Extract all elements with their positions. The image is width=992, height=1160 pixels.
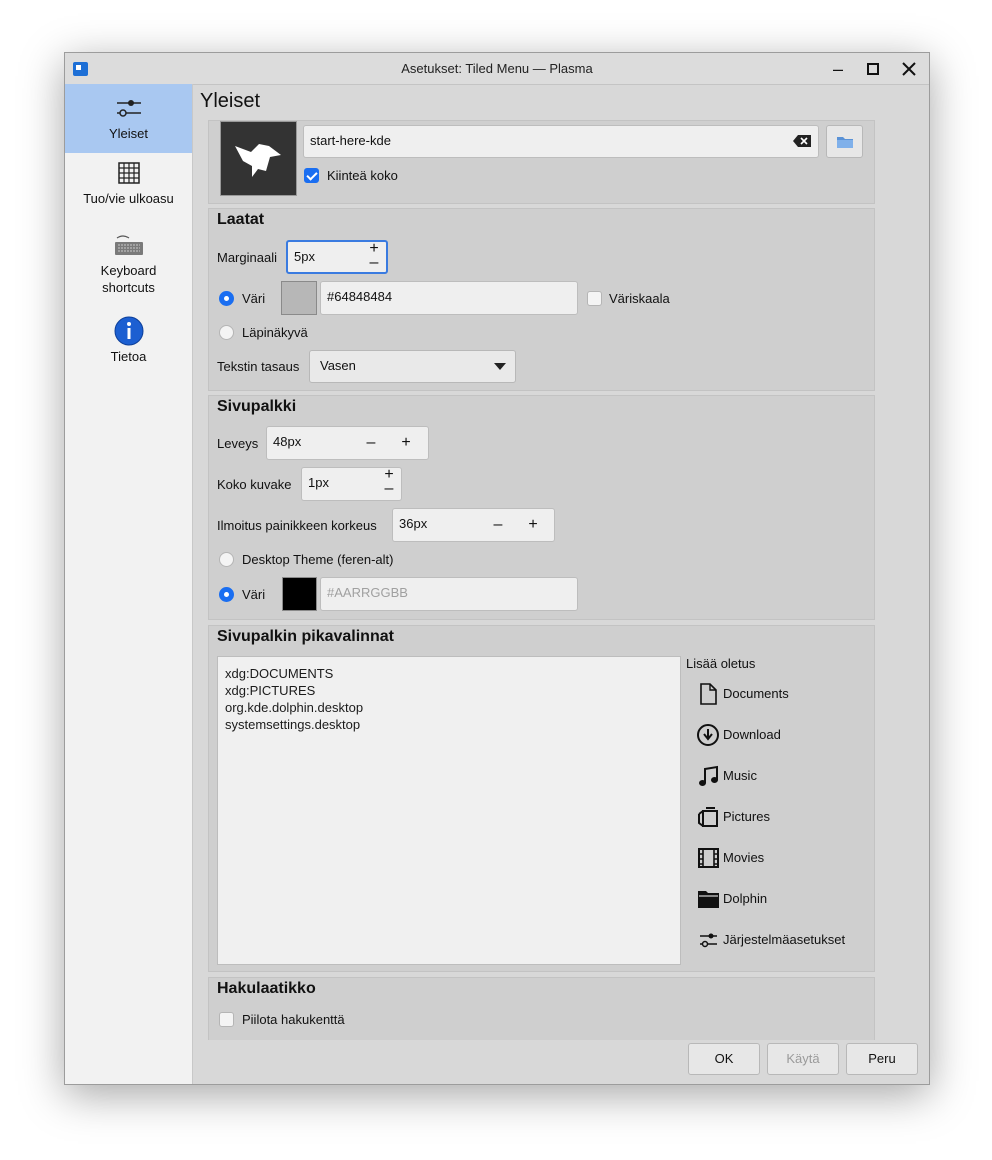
download-icon: [697, 724, 719, 746]
sliders-icon: [116, 100, 141, 117]
ok-button[interactable]: OK: [688, 1043, 760, 1075]
fixed-size-checkbox[interactable]: [304, 168, 319, 183]
margin-label: Marginaali: [217, 250, 277, 265]
decrement-icon[interactable]: –: [363, 428, 379, 458]
increment-icon[interactable]: +: [398, 428, 414, 458]
tile-color-label: Väri: [242, 291, 266, 306]
title-bar[interactable]: Asetukset: Tiled Menu — Plasma –: [65, 53, 929, 85]
shortcut-entry: xdg:DOCUMENTS: [225, 666, 334, 681]
width-label: Leveys: [217, 436, 259, 451]
icon-size-label: Koko kuvake: [217, 477, 292, 492]
search-box-title: Hakulaatikko: [217, 980, 316, 997]
gradient-label: Väriskaala: [609, 291, 670, 306]
close-icon[interactable]: [898, 58, 920, 80]
desktop-theme-radio[interactable]: [219, 552, 234, 567]
sidebar-item-label: Yleiset: [108, 126, 149, 141]
transparent-label: Läpinäkyvä: [242, 325, 308, 340]
text-align-dropdown[interactable]: Vasen: [309, 350, 516, 383]
tiles-group: Laatat Marginaali 5px + – Väri #64848484…: [208, 208, 875, 391]
shortcut-entry: org.kde.dolphin.desktop: [225, 700, 364, 715]
folder-icon: [836, 137, 853, 148]
sidebar-color-label: Väri: [242, 587, 266, 602]
sidebar-settings-title: Sivupalkki: [217, 398, 297, 415]
sidebar-item-label: shortcuts: [102, 280, 155, 295]
tile-color-swatch[interactable]: [281, 281, 317, 315]
decrement-icon[interactable]: –: [366, 248, 382, 278]
window-title: Asetukset: Tiled Menu — Plasma: [401, 61, 593, 76]
sidebar-shortcuts-group: Sivupalkin pikavalinnat xdg:DOCUMENTS xd…: [208, 625, 875, 972]
sidebar-item-general[interactable]: Yleiset: [65, 84, 192, 153]
sidebar-item-about[interactable]: Tietoa: [65, 316, 192, 376]
clear-text-icon[interactable]: [792, 134, 812, 148]
desktop-theme-label: Desktop Theme (feren-alt): [242, 552, 394, 567]
sidebar-item-label: Tuo/vie ulkoasu: [83, 191, 174, 206]
info-icon: [114, 316, 143, 346]
decrement-icon[interactable]: –: [381, 474, 397, 504]
settings-icon: [700, 933, 717, 948]
button-height-label: Ilmoitus painikkeen korkeus: [217, 518, 377, 533]
music-icon: [699, 765, 718, 786]
margin-spinbox[interactable]: 5px + –: [286, 240, 388, 274]
tile-color-radio[interactable]: [219, 291, 234, 306]
sidebar-item-label: Keyboard: [100, 263, 157, 278]
settings-sidebar: Yleiset Tuo/vie ulkoasu Keyboard shortcu…: [65, 84, 193, 1084]
fixed-size-label: Kiinteä koko: [327, 168, 398, 183]
apply-button[interactable]: Käytä: [767, 1043, 839, 1075]
search-box-group: Hakulaatikko Piilota hakukenttä: [208, 977, 875, 1040]
button-height-spinbox[interactable]: 36px – +: [392, 508, 555, 542]
icon-size-spinbox[interactable]: 1px + –: [301, 466, 402, 504]
tiles-title: Laatat: [217, 211, 265, 228]
width-spinbox[interactable]: 48px – +: [266, 426, 429, 460]
sidebar-item-keyboard-shortcuts[interactable]: Keyboard shortcuts: [65, 232, 192, 302]
transparent-radio[interactable]: [219, 325, 234, 340]
chevron-down-icon: [494, 363, 506, 370]
sidebar-color-radio[interactable]: [219, 587, 234, 602]
shortcuts-textarea[interactable]: xdg:DOCUMENTS xdg:PICTURES org.kde.dolph…: [217, 656, 681, 965]
decrement-icon[interactable]: –: [490, 510, 506, 540]
page-title: Yleiset: [200, 90, 261, 112]
maximize-icon[interactable]: [862, 58, 884, 80]
sidebar-item-label: Tietoa: [110, 349, 147, 364]
sidebar-item-import-export[interactable]: Tuo/vie ulkoasu: [65, 161, 192, 223]
icon-name-input[interactable]: start-here-kde: [303, 125, 819, 158]
folder-icon: [698, 891, 719, 908]
cancel-button[interactable]: Peru: [846, 1043, 918, 1075]
movies-icon: [698, 848, 719, 868]
sidebar-shortcuts-title: Sivupalkin pikavalinnat: [217, 628, 394, 645]
minimize-icon[interactable]: –: [827, 58, 849, 80]
text-align-label: Tekstin tasaus: [217, 359, 300, 374]
browse-icon-button[interactable]: [826, 125, 863, 158]
hide-search-checkbox[interactable]: [219, 1012, 234, 1027]
kde-bird-icon: [235, 144, 281, 177]
tile-color-input[interactable]: #64848484: [320, 281, 578, 315]
grid-icon: [117, 162, 140, 184]
increment-icon[interactable]: +: [525, 510, 541, 540]
gradient-checkbox[interactable]: [587, 291, 602, 306]
settings-content: Yleiset start-here-kde Kiinteä koko Laat…: [193, 84, 929, 1084]
settings-window: Asetukset: Tiled Menu — Plasma – Yleiset…: [64, 52, 930, 1085]
sidebar-color-input[interactable]: #AARRGGBB: [320, 577, 578, 611]
sidebar-settings-group: Sivupalkki Leveys 48px – + Koko kuvake 1…: [208, 395, 875, 620]
menu-icon-group: start-here-kde Kiinteä koko: [208, 120, 875, 204]
add-default-label: Lisää oletus: [686, 656, 756, 671]
pictures-icon: [698, 807, 718, 827]
keyboard-icon: [114, 235, 143, 255]
shortcut-entry: systemsettings.desktop: [225, 717, 361, 732]
document-icon: [700, 683, 717, 705]
sidebar-color-swatch[interactable]: [282, 577, 317, 611]
menu-icon-preview[interactable]: [220, 121, 297, 196]
hide-search-label: Piilota hakukenttä: [242, 1012, 345, 1027]
shortcut-entry: xdg:PICTURES: [225, 683, 316, 698]
